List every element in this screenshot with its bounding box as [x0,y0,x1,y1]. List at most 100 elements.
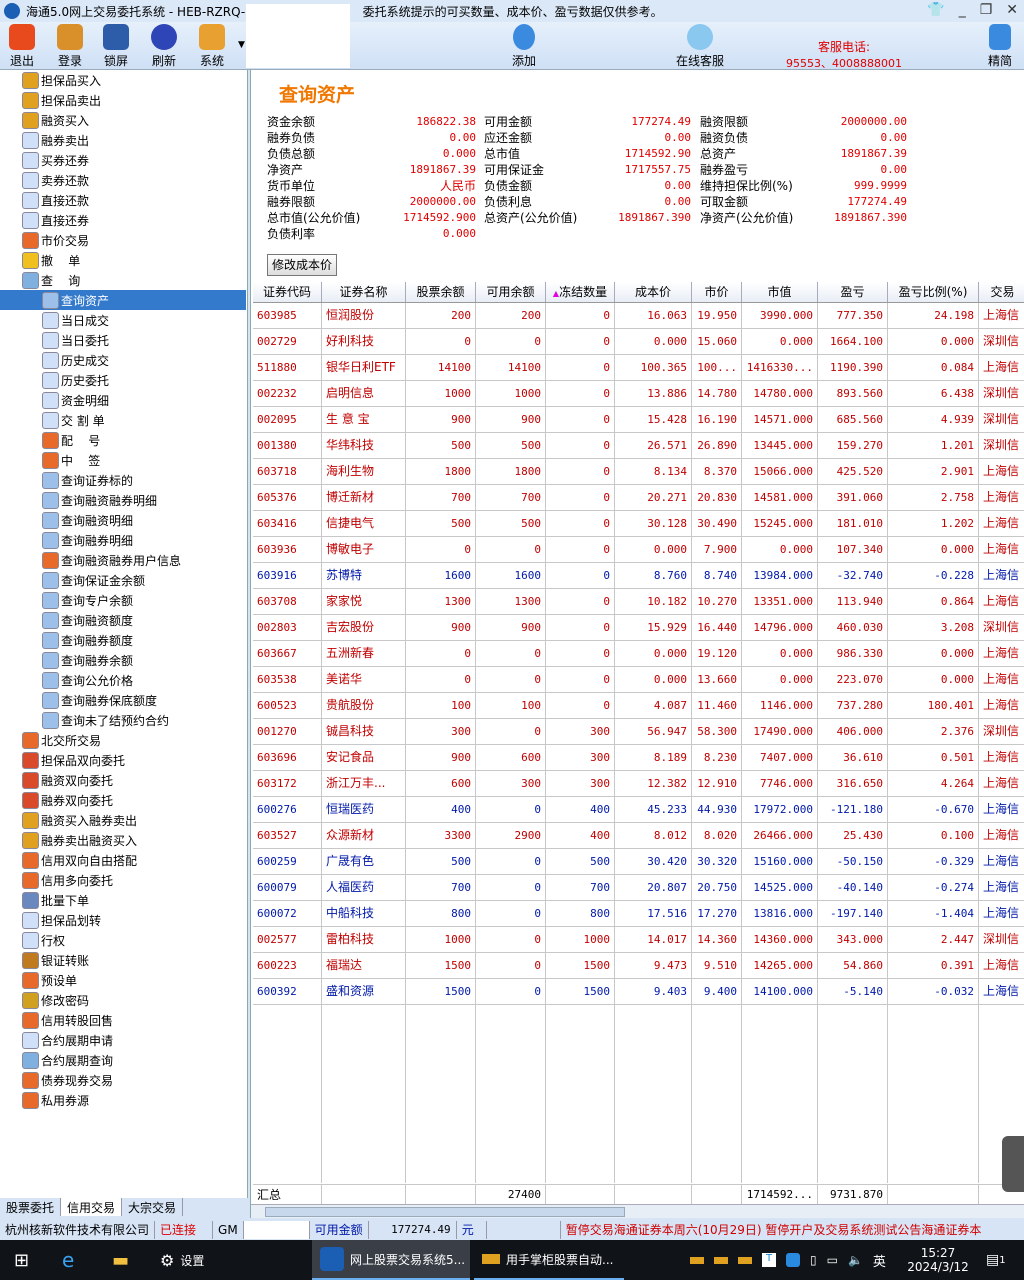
column-header[interactable]: ▲冻结数量 [546,282,615,302]
gold-icon[interactable] [714,1256,728,1264]
sidebar-item[interactable]: 资金明细 [42,390,109,410]
sidebar-item[interactable]: 合约展期申请 [22,1030,113,1050]
table-row[interactable]: 603936 博敏电子 0 0 0 0.000 7.900 0.000 107.340 0.000… [253,537,1024,563]
table-row[interactable]: 001380 华纬科技 500 500 0 26.571 26.890 13445.000 15… [253,433,1024,459]
column-header[interactable]: 证券代码 [253,282,322,302]
app-tray-icon[interactable]: T [762,1253,776,1267]
table-row[interactable]: 002803 吉宏股份 900 900 0 15.929 16.440 14796.000 46… [253,615,1024,641]
sidebar-item[interactable]: 信用双向自由搭配 [22,850,137,870]
sidebar-item[interactable]: 预设单 [22,970,77,990]
network-icon[interactable]: ▭ [827,1253,838,1267]
table-row[interactable]: 600523 贵航股份 100 100 0 4.087 11.460 1146.000 737.… [253,693,1024,719]
folder-icon[interactable]: ▬ [112,1240,129,1280]
sidebar-item[interactable]: 查询融资融券用户信息 [42,550,181,570]
usb-icon[interactable]: ▯ [810,1253,817,1267]
modify-cost-button[interactable]: 修改成本价 [267,254,338,276]
sidebar-item[interactable]: 担保品划转 [22,910,101,930]
sidebar-item[interactable]: 批量下单 [22,890,89,910]
table-row[interactable]: 001270 铖昌科技 300 0 300 56.947 58.300 17490.000 40… [253,719,1024,745]
sidebar-item[interactable]: 融券卖出 [22,130,89,150]
table-row[interactable]: 600072 中船科技 800 0 800 17.516 17.270 13816.000 -1… [253,901,1024,927]
table-row[interactable]: 002577 雷柏科技 1000 0 1000 14.017 14.360 14360.000… [253,927,1024,953]
restore-button[interactable]: ❐ [980,2,993,18]
sidebar-item[interactable]: 信用转股回售 [22,1010,113,1030]
horizontal-scrollbar[interactable] [251,1204,1024,1218]
table-row[interactable]: 603718 海利生物 1800 1800 0 8.134 8.370 15066.000 42… [253,459,1024,485]
table-row[interactable]: 603172 浙江万丰... 600 300 300 12.382 12.910 7746.0… [253,771,1024,797]
sidebar-item[interactable]: 融资双向委托 [22,770,113,790]
table-row[interactable]: 605376 博迁新材 700 700 0 20.271 20.830 14581.000 39… [253,485,1024,511]
announcement-ticker[interactable]: 暂停交易海通证券本周六(10月29日) 暂停开户及交易系统测试公告海通证券本 [561,1221,987,1239]
sidebar-item[interactable]: 查询资产 [0,290,246,310]
sidebar-item[interactable]: 北交所交易 [22,730,101,750]
table-row[interactable]: 603985 恒润股份 200 200 0 16.063 19.950 3990.000 777… [253,303,1024,329]
sidebar-tab[interactable]: 信用交易 [61,1198,123,1216]
table-row[interactable]: 603916 苏博特 1600 1600 0 8.760 8.740 13984.000 -32… [253,563,1024,589]
sidebar-tab[interactable]: 大宗交易 [122,1198,184,1216]
volume-muted-icon[interactable]: 🔈 [848,1253,863,1267]
sidebar-item[interactable]: 查询融券余额 [42,650,133,670]
sidebar-item[interactable]: 查 询 [22,270,80,290]
table-row[interactable]: 600223 福瑞达 1500 0 1500 9.473 9.510 14265.000 54.… [253,953,1024,979]
sidebar-item[interactable]: 债券现券交易 [22,1070,113,1090]
table-row[interactable]: 600392 盛和资源 1500 0 1500 9.403 9.400 14100.000 -5… [253,979,1024,1005]
sidebar-item[interactable]: 查询融券额度 [42,630,133,650]
notification-button[interactable]: ▤ 1 [986,1240,1006,1280]
table-row[interactable]: 603538 美诺华 0 0 0 0.000 13.660 0.000 223.070 0.000… [253,667,1024,693]
table-row[interactable]: 603696 安记食品 900 600 300 8.189 8.230 7407.000 36.… [253,745,1024,771]
sidebar-item[interactable]: 查询未了结预约合约 [42,710,169,730]
lock-button[interactable]: 锁屏 [96,24,136,69]
sidebar-item[interactable]: 银证转账 [22,950,89,970]
sidebar-item[interactable]: 行权 [22,930,65,950]
online-service-button[interactable]: 在线客服 [672,24,728,69]
column-header[interactable]: 市价 [692,282,742,302]
column-header[interactable]: 成本价 [615,282,692,302]
sidebar-item[interactable]: 查询保证金余额 [42,570,145,590]
skin-icon[interactable]: 👕 [927,2,944,18]
table-row[interactable]: 603527 众源新材 3300 2900 400 8.012 8.020 26466.000… [253,823,1024,849]
sidebar-item[interactable]: 合约展期查询 [22,1050,113,1070]
sidebar-item[interactable]: 查询公允价格 [42,670,133,690]
ime-indicator[interactable]: 英 [873,1251,886,1270]
clock[interactable]: 15:27 2024/3/12 [900,1240,976,1280]
gold-icon[interactable] [690,1256,704,1264]
table-row[interactable]: 603416 信捷电气 500 500 0 30.128 30.490 15245.000 18… [253,511,1024,537]
settings-button[interactable]: ⚙ 设置 [160,1240,204,1280]
column-header[interactable]: 股票余额 [406,282,476,302]
sidebar-item[interactable]: 查询融资融券明细 [42,490,157,510]
column-header[interactable]: 交易 [979,282,1024,302]
table-row[interactable]: 511880 银华日利ETF 14100 14100 0 100.365 100... 141… [253,355,1024,381]
sidebar-item[interactable]: 查询专户余额 [42,590,133,610]
sidebar-item[interactable]: 查询融资额度 [42,610,133,630]
sidebar-item[interactable]: 修改密码 [22,990,89,1010]
column-header[interactable]: 证券名称 [322,282,406,302]
close-button[interactable]: ✕ [1006,2,1018,18]
sidebar-item[interactable]: 卖券还款 [22,170,89,190]
ie-icon[interactable]: e [62,1240,74,1280]
exit-button[interactable]: 退出 [2,24,42,69]
table-row[interactable]: 600276 恒瑞医药 400 0 400 45.233 44.930 17972.000 -1… [253,797,1024,823]
sidebar-item[interactable]: 中 签 [42,450,100,470]
login-button[interactable]: 登录 [50,24,90,69]
sidebar-item[interactable]: 融资买入融券卖出 [22,810,137,830]
sidebar-item[interactable]: 查询融券明细 [42,530,133,550]
sidebar-item[interactable]: 市价交易 [22,230,89,250]
sidebar-item[interactable]: 配 号 [42,430,100,450]
taskbar-app-trading[interactable]: 网上股票交易系统5... [312,1240,470,1280]
sidebar-item[interactable]: 买券还券 [22,150,89,170]
windows-start-icon[interactable]: ⊞ [14,1240,29,1280]
refresh-button[interactable]: 刷新 [144,24,184,69]
table-row[interactable]: 600079 人福医药 700 0 700 20.807 20.750 14525.000 -4… [253,875,1024,901]
sidebar-item[interactable]: 直接还款 [22,190,89,210]
sidebar-item[interactable]: 担保品买入 [22,70,101,90]
side-widget-icon[interactable] [1002,1136,1024,1192]
sidebar-item[interactable]: 当日委托 [42,330,109,350]
gold-icon[interactable] [738,1256,752,1264]
column-header[interactable]: 盈亏比例(%) [888,282,979,302]
system-button[interactable]: 系统 [192,24,232,69]
sidebar-item[interactable]: 查询融资明细 [42,510,133,530]
table-row[interactable]: 603708 家家悦 1300 1300 0 10.182 10.270 13351.000 1… [253,589,1024,615]
table-row[interactable]: 603667 五洲新春 0 0 0 0.000 19.120 0.000 986.330 0.00… [253,641,1024,667]
sidebar-item[interactable]: 历史成交 [42,350,109,370]
sidebar-item[interactable]: 信用多向委托 [22,870,113,890]
